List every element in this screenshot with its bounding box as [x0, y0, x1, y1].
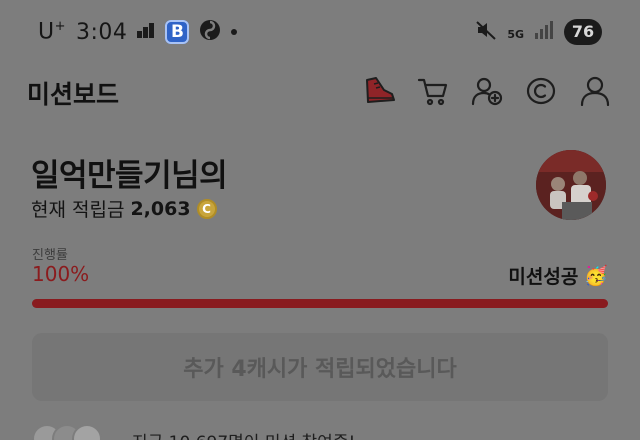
- carrier-label: U+: [38, 19, 67, 45]
- reward-notice-button[interactable]: 추가 4캐시가 적립되었습니다: [32, 333, 608, 401]
- points-value: 2,063: [130, 197, 191, 220]
- participant-avatars: [32, 424, 102, 440]
- yin-yang-app-icon: [199, 19, 221, 45]
- mission-status: 미션성공 🥳: [508, 262, 608, 289]
- data-transfer-icon: [137, 22, 155, 42]
- progress-fill: [32, 299, 608, 308]
- mission-status-text: 미션성공: [508, 266, 579, 288]
- status-time: 3:04: [76, 19, 128, 45]
- add-friend-icon[interactable]: [470, 74, 504, 108]
- profile-name: 일억만들기님의: [31, 158, 228, 194]
- points-label: 현재 적립금: [31, 199, 125, 221]
- network-5g-icon: 5G: [507, 27, 524, 41]
- mute-icon: [475, 19, 497, 45]
- coin-c-icon[interactable]: [524, 74, 558, 108]
- participant-avatar: [72, 424, 102, 440]
- progress-bar: [32, 299, 608, 308]
- signal-icon: [534, 21, 554, 43]
- app-b-icon: B: [165, 20, 190, 44]
- progress-percent: 100%: [32, 262, 90, 286]
- points-row: 현재 적립금 2,063 C: [31, 195, 217, 222]
- participants-text: 지금 10,697명이 미션 참여중!: [132, 428, 355, 440]
- status-left: U+ 3:04 B: [38, 19, 238, 45]
- app-header: 미션보드: [0, 64, 640, 120]
- avatar[interactable]: [536, 150, 606, 220]
- battery-indicator: 76: [564, 19, 602, 45]
- party-face-icon: 🥳: [584, 265, 608, 287]
- status-right: 5G 76: [475, 19, 602, 45]
- cart-icon[interactable]: [416, 74, 450, 108]
- coin-icon: C: [196, 198, 217, 219]
- page-title: 미션보드: [27, 80, 120, 109]
- sneaker-icon[interactable]: [362, 74, 396, 108]
- status-bar: U+ 3:04 B 5G 76: [0, 0, 640, 64]
- progress-label: 진행률: [32, 248, 68, 263]
- notification-dot-icon: [231, 29, 238, 35]
- profile-icon[interactable]: [578, 74, 612, 108]
- header-actions: [362, 74, 612, 108]
